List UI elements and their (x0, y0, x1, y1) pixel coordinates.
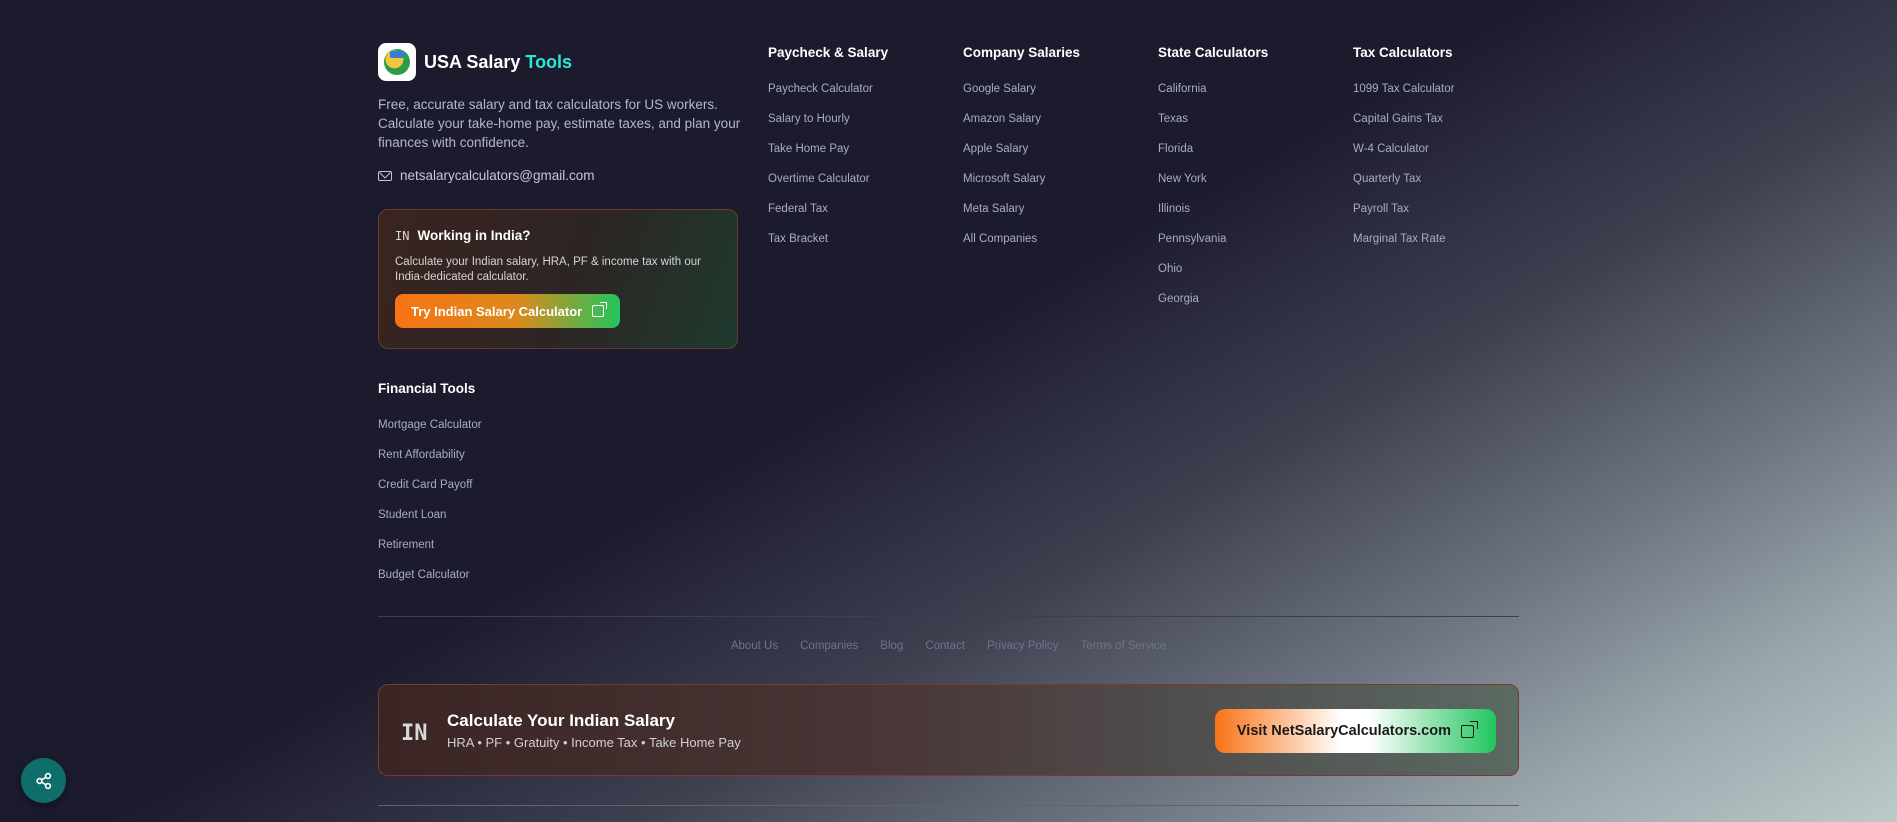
financial-tools-link[interactable]: Student Loan (378, 500, 482, 530)
terms-of-service-link[interactable]: Terms of Service (1081, 640, 1167, 652)
paycheck-link[interactable]: Paycheck Calculator (768, 74, 888, 104)
mail-icon (378, 170, 392, 181)
visit-netsalary-label: Visit NetSalaryCalculators.com (1236, 723, 1451, 739)
financial-tools-link[interactable]: Rent Affordability (378, 440, 482, 470)
promo-flag-code: IN (401, 721, 428, 746)
financial-tools-link[interactable]: Mortgage Calculator (378, 410, 482, 440)
financial-tools-link[interactable]: Retirement (378, 530, 482, 560)
bottom-links: About Us Companies Blog Contact Privacy … (378, 640, 1519, 652)
contact-link[interactable]: Contact (925, 640, 965, 652)
salary-logo-icon (378, 43, 416, 81)
state-link[interactable]: New York (1158, 164, 1268, 194)
company-link[interactable]: Microsoft Salary (963, 164, 1080, 194)
tax-link[interactable]: Quarterly Tax (1353, 164, 1454, 194)
bottom-divider (378, 805, 1519, 806)
about-us-link[interactable]: About Us (731, 640, 778, 652)
state-column: State Calculators California Texas Flori… (1158, 45, 1268, 314)
paycheck-link[interactable]: Salary to Hourly (768, 104, 888, 134)
state-title: State Calculators (1158, 45, 1269, 60)
blog-link[interactable]: Blog (880, 640, 903, 652)
paycheck-link[interactable]: Federal Tax (768, 194, 888, 224)
company-link[interactable]: Apple Salary (963, 134, 1080, 164)
company-link[interactable]: Amazon Salary (963, 104, 1080, 134)
brand-name: USA Salary Tools (424, 51, 573, 72)
indian-salary-promo: IN Calculate Your Indian Salary HRA • PF… (378, 684, 1519, 776)
india-card-text: Calculate your Indian salary, HRA, PF & … (395, 256, 701, 283)
companies-link[interactable]: Companies (800, 640, 858, 652)
tax-title: Tax Calculators (1353, 45, 1453, 60)
share-icon (35, 772, 51, 789)
financial-tools-link[interactable]: Budget Calculator (378, 560, 482, 590)
external-link-icon (1461, 720, 1478, 738)
paycheck-link[interactable]: Take Home Pay (768, 134, 888, 164)
try-indian-calculator-label: Try Indian Salary Calculator (411, 303, 583, 319)
tax-link[interactable]: Payroll Tax (1353, 194, 1454, 224)
company-title: Company Salaries (963, 45, 1081, 60)
financial-tools-link[interactable]: Credit Card Payoff (378, 470, 482, 500)
india-flag-code: IN (395, 228, 410, 243)
try-indian-calculator-button[interactable]: Try Indian Salary Calculator (395, 294, 621, 328)
external-link-icon (592, 302, 608, 317)
state-link[interactable]: California (1158, 74, 1268, 104)
company-link[interactable]: Meta Salary (963, 194, 1080, 224)
tax-link[interactable]: Marginal Tax Rate (1353, 224, 1454, 254)
paycheck-link[interactable]: Tax Bracket (768, 224, 888, 254)
promo-title: Calculate Your Indian Salary (447, 711, 676, 730)
site-description: Free, accurate salary and tax calculator… (378, 97, 741, 150)
company-link[interactable]: All Companies (963, 224, 1080, 254)
paycheck-link[interactable]: Overtime Calculator (768, 164, 888, 194)
tax-column: Tax Calculators 1099 Tax Calculator Capi… (1353, 45, 1454, 254)
brand-accent: Tools (525, 51, 573, 72)
india-card-title: Working in India? (417, 228, 531, 243)
state-link[interactable]: Georgia (1158, 284, 1268, 314)
email-link[interactable]: netsalarycalculators@gmail.com (378, 168, 595, 183)
tax-link[interactable]: W-4 Calculator (1353, 134, 1454, 164)
state-link[interactable]: Pennsylvania (1158, 224, 1268, 254)
share-button[interactable] (21, 758, 66, 803)
privacy-policy-link[interactable]: Privacy Policy (987, 640, 1059, 652)
state-link[interactable]: Ohio (1158, 254, 1268, 284)
financial-tools-column: Financial Tools Mortgage Calculator Rent… (378, 381, 482, 590)
tax-link[interactable]: 1099 Tax Calculator (1353, 74, 1454, 104)
company-column: Company Salaries Google Salary Amazon Sa… (963, 45, 1080, 254)
visit-netsalary-button[interactable]: Visit NetSalaryCalculators.com (1214, 709, 1496, 753)
email-text: netsalarycalculators@gmail.com (400, 168, 595, 183)
financial-tools-title: Financial Tools (378, 381, 476, 396)
india-card: IN Working in India? Calculate your Indi… (378, 209, 738, 349)
state-link[interactable]: Florida (1158, 134, 1268, 164)
state-link[interactable]: Illinois (1158, 194, 1268, 224)
tax-link[interactable]: Capital Gains Tax (1353, 104, 1454, 134)
paycheck-title: Paycheck & Salary (768, 45, 889, 60)
promo-subtitle: HRA • PF • Gratuity • Income Tax • Take … (447, 735, 741, 750)
company-link[interactable]: Google Salary (963, 74, 1080, 104)
paycheck-column: Paycheck & Salary Paycheck Calculator Sa… (768, 45, 888, 254)
brand[interactable]: USA Salary Tools (378, 43, 572, 81)
state-link[interactable]: Texas (1158, 104, 1268, 134)
footer-divider (378, 616, 1519, 617)
